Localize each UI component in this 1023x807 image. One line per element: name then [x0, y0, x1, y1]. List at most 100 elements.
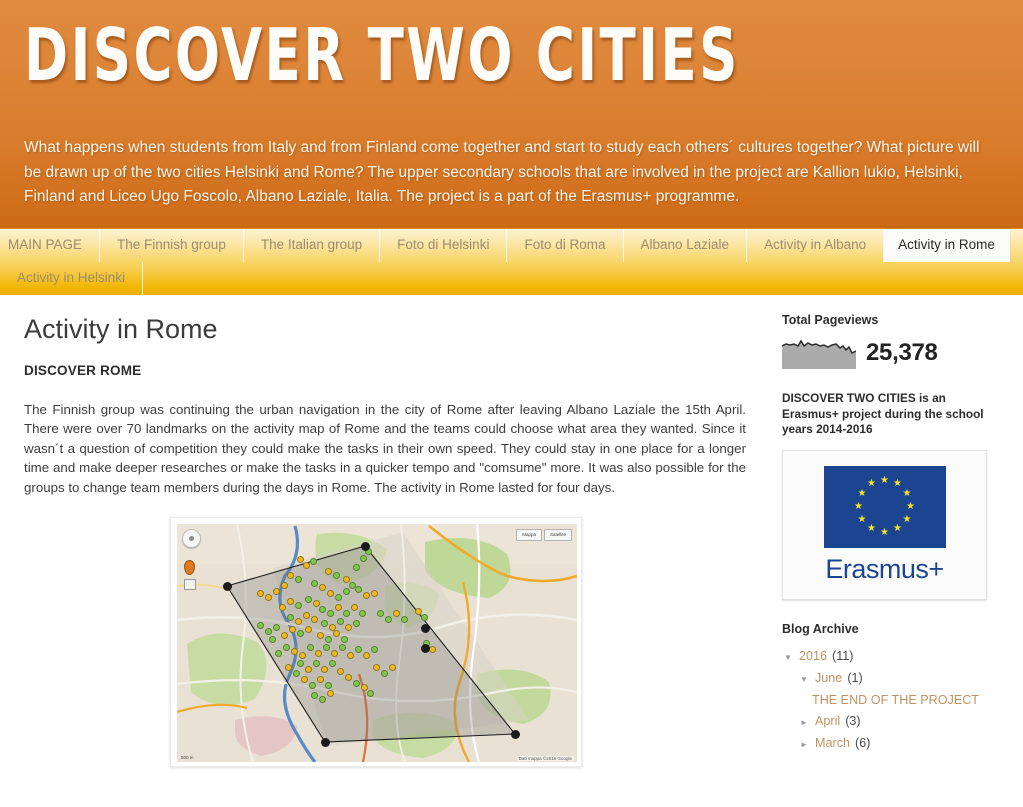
map-landmark-pin[interactable]	[257, 622, 264, 630]
map-landmark-pin[interactable]	[299, 652, 306, 660]
map-selection-vertex[interactable]	[321, 738, 330, 748]
map-landmark-pin[interactable]	[301, 676, 308, 684]
map-landmark-pin[interactable]	[281, 632, 288, 640]
map-landmark-pin[interactable]	[329, 660, 336, 668]
map-landmark-pin[interactable]	[355, 646, 362, 654]
nav-link-the-italian-group[interactable]: The Italian group	[244, 229, 381, 262]
map-landmark-pin[interactable]	[311, 692, 318, 700]
nav-link-main-page[interactable]: MAIN PAGE	[0, 229, 101, 262]
archive-link-june[interactable]: June	[815, 668, 842, 689]
map-landmark-pin[interactable]	[325, 636, 332, 644]
map-landmark-pin[interactable]	[333, 630, 340, 638]
map-landmark-pin[interactable]	[355, 586, 362, 594]
nav-link-foto-di-helsinki[interactable]: Foto di Helsinki	[380, 229, 508, 262]
map-selection-vertex[interactable]	[361, 542, 370, 552]
map-landmark-pin[interactable]	[317, 676, 324, 684]
map-selection-vertex[interactable]	[223, 582, 232, 592]
map-landmark-pin[interactable]	[333, 572, 340, 580]
chevron-down-icon[interactable]: ▼	[784, 647, 794, 668]
archive-link-april[interactable]: April	[815, 711, 840, 732]
map-landmark-pin[interactable]	[353, 680, 360, 688]
map-landmark-pin[interactable]	[315, 650, 322, 658]
map-landmark-pin[interactable]	[421, 614, 428, 622]
map-landmark-pin[interactable]	[360, 555, 367, 563]
map-landmark-pin[interactable]	[335, 594, 342, 602]
map-landmark-pin[interactable]	[319, 606, 326, 614]
archive-post-link[interactable]: THE END OF THE PROJECT	[812, 690, 979, 711]
map-landmark-pin[interactable]	[273, 588, 280, 596]
map-landmark-pin[interactable]	[367, 690, 374, 698]
map-landmark-pin[interactable]	[307, 644, 314, 652]
map-landmark-pin[interactable]	[361, 684, 368, 692]
map-landmark-pin[interactable]	[353, 620, 360, 628]
map-landmark-pin[interactable]	[401, 616, 408, 624]
nav-link-activity-in-rome[interactable]: Activity in Rome	[884, 229, 1010, 262]
rome-activity-map[interactable]: Mappa Satellite 500 m Dati mappa ©2016 G…	[177, 524, 577, 763]
map-landmark-pin[interactable]	[311, 580, 318, 588]
map-landmark-pin[interactable]	[285, 664, 292, 672]
map-landmark-pin[interactable]	[363, 592, 370, 600]
map-landmark-pin[interactable]	[327, 610, 334, 618]
map-landmark-pin[interactable]	[321, 620, 328, 628]
map-landmark-pin[interactable]	[295, 602, 302, 610]
map-landmark-pin[interactable]	[287, 614, 294, 622]
map-landmark-pin[interactable]	[323, 644, 330, 652]
map-landmark-pin[interactable]	[359, 610, 366, 618]
map-landmark-pin[interactable]	[295, 618, 302, 626]
map-landmark-pin[interactable]	[393, 610, 400, 618]
map-landmark-pin[interactable]	[297, 630, 304, 638]
map-landmark-pin[interactable]	[331, 650, 338, 658]
map-landmark-pin[interactable]	[279, 604, 286, 612]
map-landmark-pin[interactable]	[313, 600, 320, 608]
map-landmark-pin[interactable]	[295, 576, 302, 584]
map-landmark-pin[interactable]	[297, 660, 304, 668]
map-landmark-pin[interactable]	[269, 636, 276, 644]
chevron-right-icon[interactable]: ►	[800, 712, 810, 733]
map-landmark-pin[interactable]	[371, 590, 378, 598]
map-landmark-pin[interactable]	[371, 646, 378, 654]
map-landmark-pin[interactable]	[353, 564, 360, 572]
map-landmark-pin[interactable]	[363, 652, 370, 660]
map-landmark-pin[interactable]	[385, 616, 392, 624]
map-landmark-pin[interactable]	[347, 652, 354, 660]
map-landmark-pin[interactable]	[325, 568, 332, 576]
map-landmark-pin[interactable]	[343, 610, 350, 618]
map-landmark-pin[interactable]	[337, 618, 344, 626]
map-landmark-pin[interactable]	[429, 646, 436, 654]
nav-link-the-finnish-group[interactable]: The Finnish group	[100, 229, 244, 262]
archive-link-2016[interactable]: 2016	[799, 646, 827, 667]
map-landmark-pin[interactable]	[345, 624, 352, 632]
map-landmark-pin[interactable]	[335, 604, 342, 612]
map-landmark-pin[interactable]	[287, 572, 294, 580]
map-landmark-pin[interactable]	[319, 584, 326, 592]
map-landmark-pin[interactable]	[257, 590, 264, 598]
map-landmark-pin[interactable]	[281, 582, 288, 590]
map-selection-vertex[interactable]	[421, 644, 430, 654]
map-landmark-pin[interactable]	[415, 608, 422, 616]
map-landmark-pin[interactable]	[319, 696, 326, 704]
map-landmark-pin[interactable]	[265, 628, 272, 636]
map-landmark-pin[interactable]	[381, 670, 388, 678]
map-landmark-pin[interactable]	[373, 664, 380, 672]
map-landmark-pin[interactable]	[289, 626, 296, 634]
ruler-icon[interactable]	[184, 579, 196, 591]
map-landmark-pin[interactable]	[293, 670, 300, 678]
nav-link-activity-in-albano[interactable]: Activity in Albano	[747, 229, 885, 262]
map-landmark-pin[interactable]	[305, 626, 312, 634]
map-selection-vertex[interactable]	[421, 624, 430, 634]
map-type-satellite-button[interactable]: Satellite	[543, 529, 572, 542]
map-landmark-pin[interactable]	[311, 616, 318, 624]
map-landmark-pin[interactable]	[310, 558, 317, 566]
map-landmark-pin[interactable]	[345, 674, 352, 682]
map-landmark-pin[interactable]	[337, 668, 344, 676]
nav-link-foto-di-roma[interactable]: Foto di Roma	[507, 229, 624, 262]
map-landmark-pin[interactable]	[389, 664, 396, 672]
map-landmark-pin[interactable]	[339, 644, 346, 652]
map-landmark-pin[interactable]	[313, 660, 320, 668]
compass-pan-icon[interactable]	[182, 529, 201, 549]
map-landmark-pin[interactable]	[317, 632, 324, 640]
map-landmark-pin[interactable]	[297, 556, 304, 564]
map-landmark-pin[interactable]	[283, 644, 290, 652]
map-landmark-pin[interactable]	[351, 604, 358, 612]
map-landmark-pin[interactable]	[305, 596, 312, 604]
